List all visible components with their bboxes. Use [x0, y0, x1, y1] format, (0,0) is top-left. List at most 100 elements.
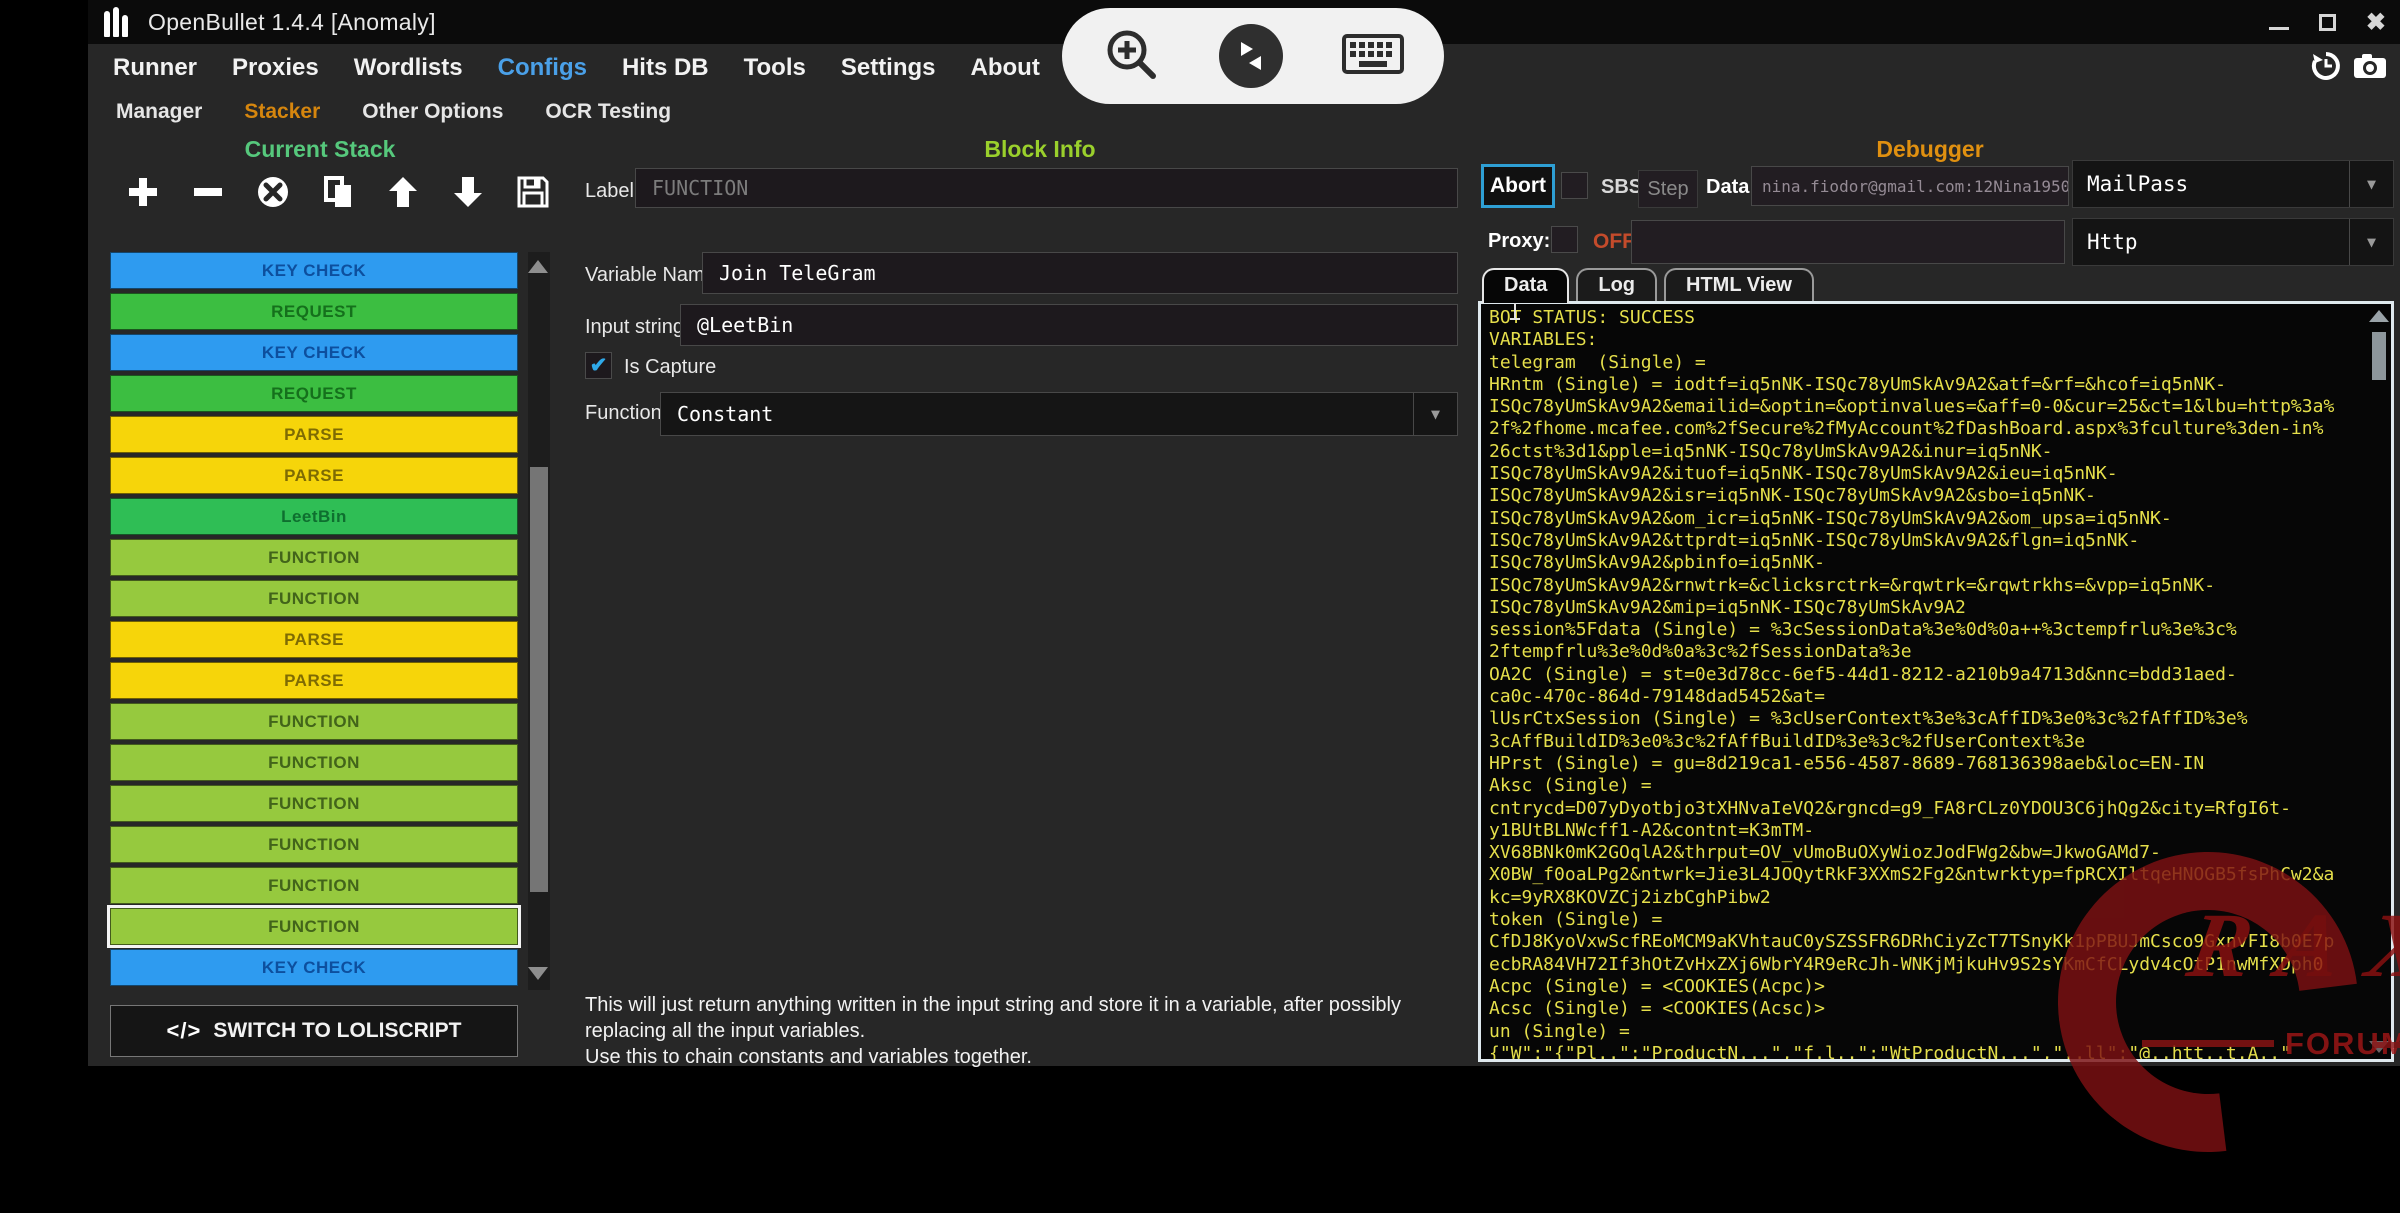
abort-button[interactable]: Abort [1481, 164, 1555, 208]
step-button[interactable]: Step [1638, 170, 1698, 208]
minimize-button[interactable] [2269, 27, 2289, 30]
submenu-item[interactable]: OCR Testing [545, 100, 671, 124]
proxy-status: OFF [1593, 230, 1635, 254]
keyboard-icon[interactable] [1341, 30, 1405, 83]
scroll-down-icon[interactable] [2369, 1041, 2389, 1053]
is-capture-label: Is Capture [624, 356, 716, 379]
stack-block[interactable]: FUNCTION [110, 744, 518, 781]
remote-desktop-icon[interactable] [1219, 24, 1283, 88]
stack-block[interactable]: REQUEST [110, 375, 518, 412]
zoom-in-icon[interactable] [1101, 24, 1161, 89]
menu-item[interactable]: Proxies [232, 54, 319, 82]
window-title: OpenBullet 1.4.4 [Anomaly] [148, 0, 436, 44]
move-up-icon[interactable] [384, 173, 422, 211]
scroll-up-icon[interactable] [2369, 310, 2389, 322]
log-line: ISQc78yUmSkAv9A2&om_icr=iq5nNK-ISQc78yUm… [1489, 508, 2365, 530]
log-line: kc=9yRX8KOVZCj2izbCghPibw2 [1489, 887, 2365, 909]
log-line: X0BW_f0oaLPg2&ntwrk=Jie3L4JOQytRkF3XXmS2… [1489, 864, 2365, 886]
stack-block[interactable]: KEY CHECK [110, 949, 518, 986]
log-line: OA2C (Single) = st=0e3d78cc-6ef5-44d1-82… [1489, 664, 2365, 686]
menu-item[interactable]: Wordlists [354, 54, 463, 82]
label-input[interactable]: FUNCTION [635, 168, 1458, 208]
scroll-up-icon[interactable] [528, 260, 548, 273]
debugger-tab[interactable]: HTML View [1664, 268, 1814, 303]
log-line: 3cAffBuildID%3e0%3c%2fAffBuildID%3e%3c%2… [1489, 731, 2365, 753]
stack-block[interactable]: PARSE [110, 457, 518, 494]
debugger-tab[interactable]: Log [1576, 268, 1657, 303]
log-line: cntrycd=D07yDyotbjo3tXHNvaIeVQ2&rgncd=g9… [1489, 798, 2365, 820]
stack-block[interactable]: KEY CHECK [110, 334, 518, 371]
is-capture-checkbox[interactable]: ✔ [585, 352, 612, 379]
stack-block[interactable]: LeetBin [110, 498, 518, 535]
history-icon[interactable] [2310, 50, 2342, 87]
log-line: ca0c-470c-864d-79148dad5452&at= [1489, 686, 2365, 708]
stack-block[interactable]: FUNCTION [110, 703, 518, 740]
input-string-input[interactable]: @LeetBin [680, 304, 1458, 346]
log-line: ISQc78yUmSkAv9A2&ituof=iq5nNK-ISQc78yUmS… [1489, 463, 2365, 485]
stack-block[interactable]: FUNCTION [110, 867, 518, 904]
switch-to-loliscript-button[interactable]: </> SWITCH TO LOLISCRIPT [110, 1005, 518, 1057]
stack-block[interactable]: FUNCTION [110, 539, 518, 576]
scrollbar-thumb[interactable] [2372, 332, 2386, 380]
save-config-icon[interactable] [514, 173, 552, 211]
stack-block[interactable]: REQUEST [110, 293, 518, 330]
scrollbar-thumb[interactable] [530, 467, 548, 892]
log-line: 26ctst%3d1&pple=iq5nNK-ISQc78yUmSkAv9A2&… [1489, 441, 2365, 463]
debugger-title: Debugger [1730, 136, 2130, 163]
menu-item[interactable]: Configs [498, 54, 587, 82]
scroll-down-icon[interactable] [528, 967, 548, 980]
stack-block[interactable]: PARSE [110, 416, 518, 453]
proxy-caption: Proxy: [1488, 230, 1550, 253]
stack-block[interactable]: FUNCTION [110, 826, 518, 863]
screenshot-camera-icon[interactable] [2352, 50, 2388, 87]
stack-toolbar [124, 170, 552, 214]
menu-item[interactable]: About [971, 54, 1040, 82]
app-window: OpenBullet 1.4.4 [Anomaly] ✖ Runner Proxi… [88, 0, 2400, 1066]
menu-item[interactable]: Runner [113, 54, 197, 82]
close-button[interactable]: ✖ [2366, 14, 2386, 31]
function-dropdown[interactable]: Constant ▼ [660, 392, 1458, 436]
proxy-checkbox[interactable] [1551, 226, 1578, 253]
log-line: ISQc78yUmSkAv9A2&mip=iq5nNK-ISQc78yUmSkA… [1489, 597, 2365, 619]
menu-item[interactable]: Tools [744, 54, 806, 82]
proxy-type-dropdown[interactable]: Http ▼ [2072, 218, 2394, 266]
chevron-down-icon[interactable]: ▼ [1413, 393, 1457, 435]
debug-data-input[interactable]: nina.fiodor@gmail.com:12Nina1950 [1751, 166, 2069, 206]
log-line: XV68BNk0mK2GOqlA2&thrput=OV_vUmoBuOXyWio… [1489, 842, 2365, 864]
submenu-item[interactable]: Other Options [362, 100, 503, 124]
stack-block[interactable]: PARSE [110, 662, 518, 699]
chevron-down-icon[interactable]: ▼ [2349, 219, 2393, 265]
chevron-down-icon[interactable]: ▼ [2349, 161, 2393, 207]
clone-block-icon[interactable] [319, 173, 357, 211]
log-line: ISQc78yUmSkAv9A2&ttprdt=iq5nNK-ISQc78yUm… [1489, 530, 2365, 552]
variable-name-input[interactable]: Join TeleGram [702, 252, 1458, 294]
sbs-checkbox[interactable] [1561, 172, 1588, 199]
block-help-text: This will just return anything written i… [585, 992, 1465, 1070]
submenu-item[interactable]: Stacker [244, 100, 320, 124]
stack-scrollbar[interactable] [528, 252, 550, 990]
log-scrollbar[interactable] [2369, 306, 2389, 1057]
delete-block-icon[interactable] [254, 173, 292, 211]
block-info-title: Block Info [600, 136, 1480, 163]
sbs-label: SBS [1601, 176, 1642, 199]
debugger-log-area[interactable]: BOT STATUS: SUCCESSVARIABLES:telegram (S… [1478, 301, 2394, 1062]
data-caption: Data: [1706, 176, 1756, 199]
submenu-item[interactable]: Manager [116, 100, 202, 124]
menu-item[interactable]: Settings [841, 54, 936, 82]
remove-block-icon[interactable] [189, 173, 227, 211]
wordlist-type-dropdown[interactable]: MailPass ▼ [2072, 160, 2394, 208]
proxy-input[interactable] [1631, 220, 2065, 264]
add-block-icon[interactable] [124, 173, 162, 211]
maximize-button[interactable] [2319, 14, 2336, 31]
move-down-icon[interactable] [449, 173, 487, 211]
menu-item[interactable]: Hits DB [622, 54, 709, 82]
stack-block[interactable]: FUNCTION [110, 785, 518, 822]
stack-block[interactable]: FUNCTION [110, 580, 518, 617]
stack-block[interactable]: PARSE [110, 621, 518, 658]
log-line: VARIABLES: [1489, 329, 2365, 351]
stack-block[interactable]: KEY CHECK [110, 252, 518, 289]
log-line: token (Single) = [1489, 909, 2365, 931]
stack-block[interactable]: FUNCTION [110, 908, 518, 945]
debugger-tab[interactable]: Data [1482, 268, 1569, 303]
help-line-1: This will just return anything written i… [585, 992, 1465, 1044]
